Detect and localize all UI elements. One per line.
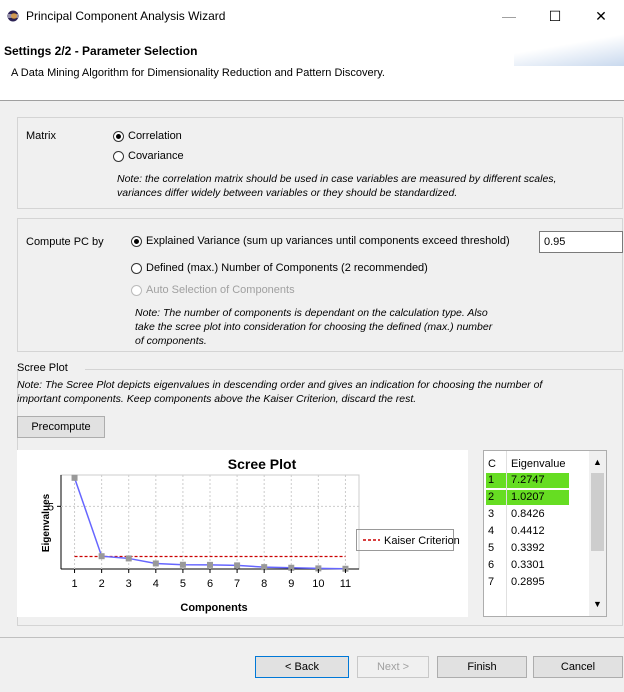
cell-component: 5 <box>488 542 495 554</box>
cell-eigenvalue: 7.2747 <box>507 473 569 488</box>
scree-note-line2: important components. Keep components ab… <box>17 393 417 405</box>
matrix-label: Matrix <box>26 130 56 142</box>
covariance-radio[interactable] <box>113 151 124 162</box>
precompute-button[interactable]: Precompute <box>17 416 105 438</box>
correlation-radio[interactable] <box>113 131 124 142</box>
table-scrollbar[interactable]: ▲ ▼ <box>589 451 606 616</box>
x-tick-label: 11 <box>340 578 351 590</box>
eigenvalue-point <box>207 561 213 568</box>
table-row[interactable]: 4 0.4412 <box>484 524 584 539</box>
footer-separator <box>0 637 624 638</box>
cell-eigenvalue: 0.3301 <box>511 559 545 571</box>
table-row[interactable]: 2 1.0207 <box>484 490 584 505</box>
eigenvalue-point <box>71 474 78 481</box>
x-tick-label: 2 <box>99 578 105 590</box>
cell-component: 7 <box>488 576 495 588</box>
close-button[interactable]: ✕ <box>578 0 624 32</box>
cell-eigenvalue: 0.8426 <box>511 508 545 520</box>
window-title: Principal Component Analysis Wizard <box>26 9 226 23</box>
scree-chart-panel: Scree Plot 1 2 3 4 5 6 7 8 9 10 11 5 Components Ei… <box>17 450 468 617</box>
x-tick-label: 8 <box>261 578 267 590</box>
minimize-button[interactable]: — <box>486 0 532 32</box>
table-row[interactable]: 5 0.3392 <box>484 541 584 556</box>
x-tick-label: 9 <box>288 578 294 590</box>
legend-kaiser-label: Kaiser Criterion <box>384 535 460 547</box>
x-tick-label: 7 <box>234 578 240 590</box>
x-tick-label: 4 <box>153 578 159 590</box>
cell-component: 2 <box>486 490 506 505</box>
finish-button[interactable]: Finish <box>437 656 527 678</box>
page-title: Settings 2/2 - Parameter Selection <box>4 44 198 58</box>
cell-component: 1 <box>486 473 506 488</box>
maximize-button[interactable]: ☐ <box>532 0 578 32</box>
chart-title: Scree Plot <box>228 456 297 472</box>
table-header-row: C Eigenvalue <box>484 457 591 472</box>
column-header-eigenvalue[interactable]: Eigenvalue <box>511 457 567 472</box>
page-description: A Data Mining Algorithm for Dimensionali… <box>11 67 385 79</box>
x-tick-label: 10 <box>312 578 324 590</box>
explained-variance-label[interactable]: Explained Variance (sum up variances unt… <box>146 235 510 247</box>
back-button[interactable]: < Back <box>255 656 349 678</box>
scree-plot-chart: Scree Plot 1 2 3 4 5 6 7 8 9 10 11 5 Components Ei… <box>41 456 460 614</box>
x-tick-label: 1 <box>71 578 77 590</box>
x-tick-label: 6 <box>207 578 213 590</box>
plot-area <box>60 474 360 570</box>
cell-eigenvalue: 0.2895 <box>511 576 545 588</box>
auto-selection-radio[interactable] <box>131 285 142 296</box>
eigenvalue-table[interactable]: C Eigenvalue 1 7.2747 2 1.0207 3 0.8426 4 0.441… <box>483 450 607 617</box>
auto-selection-label[interactable]: Auto Selection of Components <box>146 284 295 296</box>
cancel-button[interactable]: Cancel <box>533 656 623 678</box>
cell-component: 3 <box>488 508 495 520</box>
eigenvalue-point <box>125 555 132 562</box>
defined-number-radio[interactable] <box>131 263 142 274</box>
matrix-note-line1: Note: the correlation matrix should be u… <box>117 173 557 185</box>
scroll-up-icon[interactable]: ▲ <box>593 457 602 467</box>
eigenvalue-point <box>179 561 186 568</box>
header-banner-graphic <box>514 32 624 66</box>
threshold-input[interactable] <box>539 231 623 253</box>
compute-note-line2: take the scree plot into consideration f… <box>135 321 493 333</box>
scroll-thumb[interactable] <box>591 473 604 551</box>
matrix-note-line2: variances differ widely between variable… <box>117 187 458 199</box>
scree-group-top-border <box>85 369 623 370</box>
explained-variance-radio[interactable] <box>131 236 142 247</box>
compute-note-line1: Note: The number of components is depend… <box>135 307 488 319</box>
table-row[interactable]: 3 0.8426 <box>484 507 584 522</box>
cell-component: 6 <box>488 559 495 571</box>
covariance-label[interactable]: Covariance <box>128 150 184 162</box>
table-row[interactable]: 1 7.2747 <box>484 473 584 488</box>
x-tick-label: 3 <box>126 578 132 590</box>
next-button[interactable]: Next > <box>357 656 429 678</box>
cell-component: 4 <box>488 525 495 537</box>
eigenvalue-point <box>234 562 241 569</box>
cell-eigenvalue: 0.4412 <box>511 525 545 537</box>
x-axis-label: Components <box>180 602 247 614</box>
title-bar: Principal Component Analysis Wizard — ☐ … <box>0 0 624 32</box>
table-row[interactable]: 7 0.2895 <box>484 575 584 590</box>
cell-eigenvalue: 1.0207 <box>507 490 569 505</box>
cell-eigenvalue: 0.3392 <box>511 542 545 554</box>
column-header-c[interactable]: C <box>488 457 504 472</box>
scree-group-label: Scree Plot <box>17 362 68 374</box>
correlation-label[interactable]: Correlation <box>128 130 182 142</box>
defined-number-label[interactable]: Defined (max.) Number of Components (2 r… <box>146 262 428 274</box>
compute-pc-label: Compute PC by <box>26 236 104 248</box>
eigenvalue-point <box>152 560 159 567</box>
table-row[interactable]: 6 0.3301 <box>484 558 584 573</box>
scree-note-line1: Note: The Scree Plot depicts eigenvalues… <box>17 379 543 391</box>
compute-note-line3: of components. <box>135 335 207 347</box>
wizard-header: Settings 2/2 - Parameter Selection A Dat… <box>0 32 624 101</box>
y-axis-label: Eigenvalues <box>41 493 52 552</box>
eclipse-app-icon <box>7 10 19 22</box>
x-tick-label: 5 <box>180 578 186 590</box>
eigenvalue-point <box>98 553 105 560</box>
scroll-down-icon[interactable]: ▼ <box>593 599 602 609</box>
